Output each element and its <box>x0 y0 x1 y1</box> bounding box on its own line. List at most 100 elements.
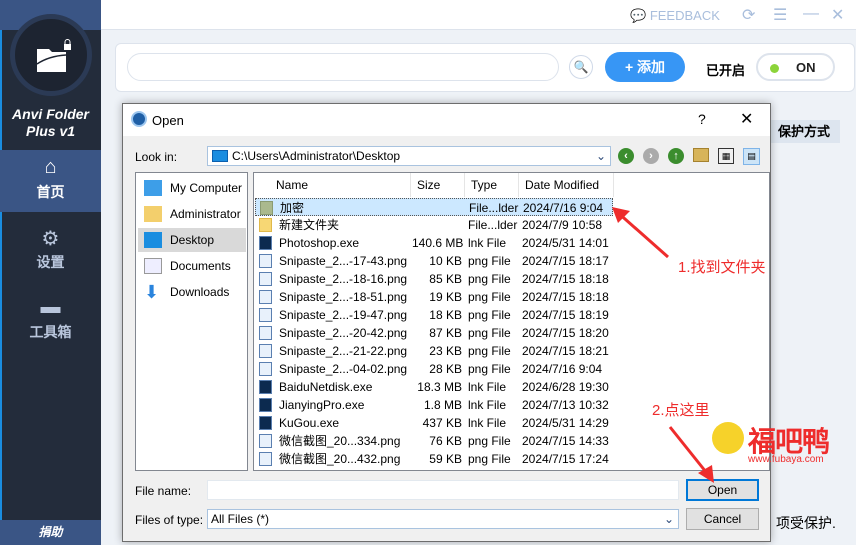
close-app-icon[interactable]: ✕ <box>831 5 844 25</box>
file-row[interactable]: Snipaste_2...-18-51.png 19 KB png File 2… <box>255 288 613 306</box>
file-row[interactable]: 微信截图_20...334.png 76 KB png File 2024/7/… <box>255 432 613 450</box>
gear-icon: ⚙ <box>41 228 60 250</box>
file-row[interactable]: 新建文件夹 File...lder 2024/7/9 10:58 <box>255 216 613 234</box>
place-label: Administrator <box>170 207 241 221</box>
file-row[interactable]: JianyingPro.exe 1.8 MB lnk File 2024/7/1… <box>255 396 613 414</box>
file-row[interactable]: Snipaste_2...-17-43.png 10 KB png File 2… <box>255 252 613 270</box>
detail-view-icon[interactable]: ▤ <box>743 148 760 165</box>
image-file-icon <box>259 344 272 358</box>
file-row[interactable]: 微信截图_20...432.png 59 KB png File 2024/7/… <box>255 450 613 468</box>
file-size: 140.6 MB <box>412 236 464 250</box>
back-icon[interactable]: ‹ <box>618 148 634 164</box>
column-type[interactable]: Type <box>465 173 519 197</box>
toggle-label: ON <box>796 60 816 75</box>
list-view-icon[interactable]: ▦ <box>718 148 734 164</box>
folder-lock-icon <box>36 39 71 72</box>
file-date: 2024/6/28 19:30 <box>522 380 609 394</box>
sidebar-item-toolbox[interactable]: ▬ 工具箱 <box>0 290 101 352</box>
file-type: png File <box>468 434 511 448</box>
shortcut-icon <box>259 398 272 412</box>
file-type: File...lder <box>468 218 518 232</box>
feedback-link[interactable]: 💬 FEEDBACK <box>630 8 720 24</box>
file-date: 2024/7/15 18:21 <box>522 344 609 358</box>
minimize-icon[interactable]: — <box>803 5 819 23</box>
sidebar-item-settings[interactable]: ⚙ 设置 <box>0 220 101 282</box>
file-size: 23 KB <box>429 344 462 358</box>
forward-icon[interactable]: › <box>643 148 659 164</box>
up-folder-icon[interactable]: ↑ <box>668 148 684 164</box>
file-type: png File <box>468 254 511 268</box>
file-type-select[interactable]: All Files (*) ⌄ <box>207 509 679 529</box>
file-type-value: All Files (*) <box>211 512 270 526</box>
image-file-icon <box>259 290 272 304</box>
column-size[interactable]: Size <box>411 173 465 197</box>
file-row[interactable]: BaiduNetdisk.exe 18.3 MB lnk File 2024/6… <box>255 378 613 396</box>
file-size: 10 KB <box>429 254 462 268</box>
place-administrator[interactable]: Administrator <box>138 202 246 226</box>
new-folder-icon[interactable] <box>693 148 709 162</box>
file-size: 28 KB <box>429 362 462 376</box>
look-in-value: C:\Users\Administrator\Desktop <box>232 149 401 163</box>
file-date: 2024/5/31 14:01 <box>522 236 609 250</box>
place-label: Documents <box>170 259 231 273</box>
file-type: png File <box>468 326 511 340</box>
file-row[interactable]: Snipaste_2...-20-42.png 87 KB png File 2… <box>255 324 613 342</box>
donate-button[interactable]: 捐助 <box>0 520 101 545</box>
image-file-icon <box>259 434 272 448</box>
menu-icon[interactable]: ☰ <box>773 5 787 25</box>
file-row[interactable]: 加密 File...lder 2024/7/16 9:04 <box>255 198 613 216</box>
file-name: 微信截图_20...432.png <box>279 452 401 466</box>
file-type: png File <box>468 362 511 376</box>
file-row[interactable]: Snipaste_2...-19-47.png 18 KB png File 2… <box>255 306 613 324</box>
protection-toggle[interactable]: ON <box>756 53 835 81</box>
place-desktop[interactable]: Desktop <box>138 228 246 252</box>
refresh-icon[interactable]: ⟳ <box>742 5 755 25</box>
sidebar-item-home[interactable]: ⌂ 首页 <box>0 150 101 212</box>
add-button[interactable]: + 添加 <box>605 52 685 82</box>
file-row[interactable]: Snipaste_2...-18-16.png 85 KB png File 2… <box>255 270 613 288</box>
search-input[interactable] <box>127 53 559 81</box>
home-icon: ⌂ <box>44 156 57 178</box>
table-header-protection: 保护方式 <box>770 120 840 143</box>
file-name: Snipaste_2...-18-51.png <box>279 290 408 304</box>
file-row[interactable]: Photoshop.exe 140.6 MB lnk File 2024/5/3… <box>255 234 613 252</box>
file-row[interactable]: KuGou.exe 437 KB lnk File 2024/5/31 14:2… <box>255 414 613 432</box>
places-panel: My Computer Administrator Desktop Docume… <box>135 172 248 471</box>
image-file-icon <box>259 326 272 340</box>
help-button[interactable]: ? <box>698 111 706 127</box>
desktop-icon <box>212 150 228 162</box>
file-row[interactable]: Snipaste_2...-21-22.png 23 KB png File 2… <box>255 342 613 360</box>
app-name: Anvi Folder Plus v1 <box>11 106 89 139</box>
look-in-dropdown[interactable]: C:\Users\Administrator\Desktop ⌄ <box>207 146 611 166</box>
chevron-down-icon: ⌄ <box>663 512 674 526</box>
image-file-icon <box>259 362 272 376</box>
column-name[interactable]: Name <box>254 173 411 197</box>
file-type: lnk File <box>468 398 507 412</box>
file-date: 2024/7/15 18:19 <box>522 308 609 322</box>
file-size: 85 KB <box>429 272 462 286</box>
file-name: Snipaste_2...-20-42.png <box>279 326 408 340</box>
column-date[interactable]: Date Modified <box>519 173 614 197</box>
file-date: 2024/7/15 14:33 <box>522 434 609 448</box>
file-date: 2024/5/31 14:29 <box>522 416 609 430</box>
file-row[interactable]: Snipaste_2...-04-02.png 28 KB png File 2… <box>255 360 613 378</box>
file-type: png File <box>468 344 511 358</box>
search-icon[interactable]: 🔍 <box>569 55 593 79</box>
file-name-label: File name: <box>135 484 192 498</box>
image-file-icon <box>259 452 272 466</box>
arrow-step2 <box>668 426 712 478</box>
place-documents[interactable]: Documents <box>138 254 246 278</box>
place-label: My Computer <box>170 181 243 195</box>
arrow-step1 <box>615 209 669 259</box>
file-name: JianyingPro.exe <box>279 398 365 412</box>
protected-count-text: 项受保护. <box>776 515 836 531</box>
dialog-app-icon <box>131 111 147 127</box>
shortcut-icon <box>259 416 272 430</box>
cancel-button[interactable]: Cancel <box>686 508 759 530</box>
file-date: 2024/7/9 10:58 <box>522 218 603 232</box>
place-my-computer[interactable]: My Computer <box>138 176 246 200</box>
place-downloads[interactable]: ⬇ Downloads <box>138 280 246 304</box>
image-file-icon <box>259 254 272 268</box>
close-icon[interactable]: ✕ <box>740 109 753 129</box>
file-date: 2024/7/15 18:18 <box>522 272 609 286</box>
